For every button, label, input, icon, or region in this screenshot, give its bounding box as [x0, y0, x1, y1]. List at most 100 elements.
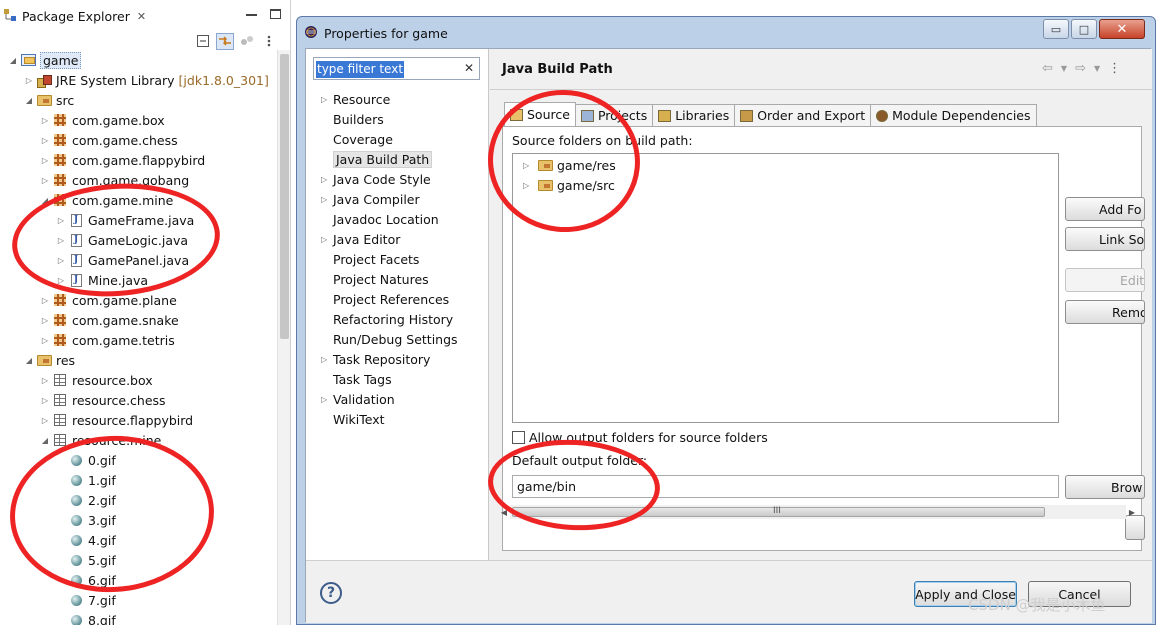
tree-item[interactable]: ▷ com.game.tetris [40, 330, 175, 350]
filter-input[interactable]: type filter text [316, 61, 405, 78]
tree-item[interactable]: ◢ src [24, 90, 74, 110]
tab-module-dependencies[interactable]: Module Dependencies [870, 104, 1037, 126]
collapsed-arrow-icon[interactable]: ▷ [24, 75, 34, 85]
collapsed-arrow-icon[interactable]: ▷ [40, 335, 50, 345]
collapsed-arrow-icon[interactable]: ▷ [40, 175, 50, 185]
tree-item[interactable]: ▷ J GameLogic.java [56, 230, 188, 250]
source-folder-item[interactable]: ▷ game/src [523, 176, 615, 194]
collapsed-arrow-icon[interactable]: ▷ [40, 395, 50, 405]
allow-output-checkbox-row[interactable]: Allow output folders for source folders [512, 430, 768, 445]
tab-projects[interactable]: Projects [574, 104, 654, 126]
nav-item[interactable]: ▷ Java Editor [321, 229, 400, 249]
nav-item[interactable]: Project Facets [321, 249, 419, 269]
expanded-arrow-icon[interactable]: ◢ [40, 195, 50, 205]
expanded-arrow-icon[interactable]: ◢ [40, 435, 50, 445]
source-action-button[interactable]: Add Fo [1065, 197, 1145, 221]
close-icon[interactable]: ✕ [137, 10, 146, 23]
tree-item[interactable]: 2.gif [56, 490, 116, 510]
tree-item[interactable]: ▷ com.game.box [40, 110, 165, 130]
collapse-all-button[interactable] [194, 33, 212, 50]
allow-output-checkbox[interactable] [512, 431, 525, 444]
help-icon[interactable]: ? [320, 582, 342, 604]
default-output-field[interactable]: game/bin [512, 475, 1059, 498]
tree-item[interactable]: ◢ com.game.mine [40, 190, 173, 210]
collapsed-arrow-icon[interactable]: ▷ [40, 375, 50, 385]
nav-item[interactable]: Refactoring History [321, 309, 453, 329]
nav-item[interactable]: ▷ Java Code Style [321, 169, 431, 189]
nav-item[interactable]: ▷ Java Compiler [321, 189, 420, 209]
tree-item[interactable]: ▷ resource.chess [40, 390, 166, 410]
tree-item[interactable]: 6.gif [56, 570, 116, 590]
tree-item[interactable]: ◢ game [8, 50, 82, 70]
minimize-icon[interactable] [246, 14, 257, 16]
nav-item[interactable]: Project References [321, 289, 449, 309]
tree-item[interactable]: ▷ com.game.gobang [40, 170, 189, 190]
link-with-editor-button[interactable] [216, 32, 234, 50]
forward-menu-icon[interactable]: ▼ [1094, 64, 1100, 73]
tree-item[interactable]: ▷ resource.box [40, 370, 153, 390]
nav-item[interactable]: ▷ Validation [321, 389, 395, 409]
tree-item[interactable]: 3.gif [56, 510, 116, 530]
tree-item[interactable]: ▷ JRE System Library [jdk1.8.0_301] [24, 70, 269, 90]
view-menu-icon[interactable]: ⋮ [1108, 61, 1121, 76]
scroll-right-icon[interactable]: ▶ [1126, 508, 1138, 517]
collapsed-arrow-icon[interactable]: ▷ [523, 181, 533, 190]
collapsed-arrow-icon[interactable]: ▷ [523, 161, 533, 170]
collapsed-arrow-icon[interactable]: ▷ [56, 215, 66, 225]
nav-item[interactable]: Run/Debug Settings [321, 329, 458, 349]
collapsed-arrow-icon[interactable]: ▷ [321, 195, 333, 204]
collapsed-arrow-icon[interactable]: ▷ [321, 175, 333, 184]
collapsed-arrow-icon[interactable]: ▷ [40, 315, 50, 325]
tab-order-and-export[interactable]: Order and Export [734, 104, 872, 126]
tree-item[interactable]: 7.gif [56, 590, 116, 610]
nav-item[interactable]: ▷ Resource [321, 89, 390, 109]
maximize-button[interactable]: □ [1071, 19, 1097, 39]
source-folder-item[interactable]: ▷ game/res [523, 156, 616, 174]
collapsed-arrow-icon[interactable]: ▷ [56, 255, 66, 265]
collapsed-arrow-icon[interactable]: ▷ [321, 235, 333, 244]
tree-item[interactable]: 1.gif [56, 470, 116, 490]
tree-item[interactable]: 8.gif [56, 610, 116, 625]
tree-item[interactable]: ▷ J GameFrame.java [56, 210, 194, 230]
back-icon[interactable]: ⇦ [1042, 61, 1053, 76]
tree-item[interactable]: ▷ J GamePanel.java [56, 250, 189, 270]
collapsed-arrow-icon[interactable]: ▷ [40, 135, 50, 145]
scrollbar-thumb[interactable] [280, 54, 289, 339]
source-action-button[interactable]: Link So [1065, 227, 1145, 251]
clear-filter-icon[interactable]: ✕ [464, 61, 474, 75]
focus-on-task-button[interactable] [238, 33, 256, 50]
tree-item[interactable]: ◢ res [24, 350, 75, 370]
nav-item[interactable]: Builders [321, 109, 384, 129]
tree-item[interactable]: 4.gif [56, 530, 116, 550]
nav-item[interactable]: Javadoc Location [321, 209, 439, 229]
nav-item[interactable]: Java Build Path [321, 149, 433, 169]
collapsed-arrow-icon[interactable]: ▷ [40, 415, 50, 425]
horizontal-scrollbar[interactable]: ◀ III ▶ [498, 504, 1138, 520]
expanded-arrow-icon[interactable]: ◢ [24, 95, 34, 105]
package-explorer-scrollbar[interactable] [277, 50, 290, 625]
collapsed-arrow-icon[interactable]: ▷ [56, 275, 66, 285]
source-action-button[interactable]: Remo [1065, 300, 1145, 324]
maximize-icon[interactable] [270, 9, 281, 19]
nav-item[interactable]: Coverage [321, 129, 393, 149]
nav-item[interactable]: Task Tags [321, 369, 392, 389]
collapsed-arrow-icon[interactable]: ▷ [56, 235, 66, 245]
back-menu-icon[interactable]: ▼ [1061, 64, 1067, 73]
tree-item[interactable]: 5.gif [56, 550, 116, 570]
collapsed-arrow-icon[interactable]: ▷ [40, 295, 50, 305]
expanded-arrow-icon[interactable]: ◢ [24, 355, 34, 365]
forward-icon[interactable]: ⇨ [1075, 61, 1086, 76]
scroll-thumb[interactable]: III [512, 506, 1045, 517]
nav-item[interactable]: ▷ Task Repository [321, 349, 430, 369]
source-folders-list[interactable]: ▷ game/res ▷ game/src [512, 153, 1059, 423]
view-menu-button[interactable] [260, 33, 278, 50]
tree-item[interactable]: ▷ com.game.flappybird [40, 150, 205, 170]
collapsed-arrow-icon[interactable]: ▷ [40, 115, 50, 125]
browse-button[interactable]: Brow [1065, 475, 1145, 499]
collapsed-arrow-icon[interactable]: ▷ [321, 395, 333, 404]
filter-field[interactable]: type filter text ✕ [313, 57, 480, 80]
close-button[interactable]: ✕ [1099, 19, 1145, 39]
collapsed-arrow-icon[interactable]: ▷ [321, 355, 333, 364]
tree-item[interactable]: ▷ com.game.snake [40, 310, 179, 330]
collapsed-arrow-icon[interactable]: ▷ [40, 155, 50, 165]
